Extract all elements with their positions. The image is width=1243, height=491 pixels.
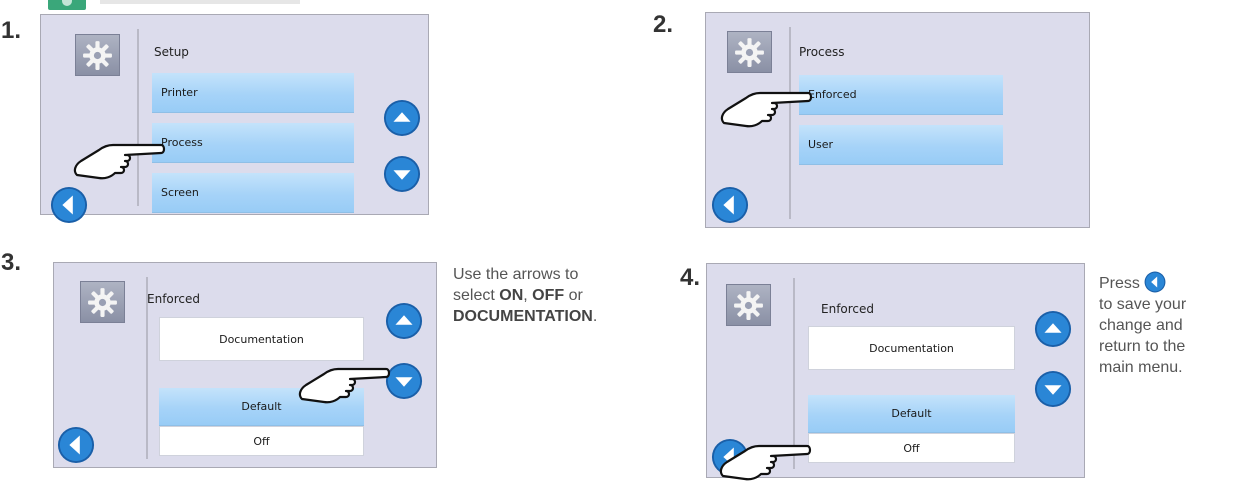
menu-item-enforced[interactable]: Enforced [799, 75, 1003, 115]
arrow-up-icon[interactable] [383, 99, 421, 137]
gear-icon [727, 31, 772, 73]
step-number: 2. [653, 11, 674, 38]
arrow-down-icon[interactable] [385, 362, 423, 400]
current-value-display: Documentation [808, 326, 1015, 370]
option-off[interactable]: Off [808, 433, 1015, 463]
option-off[interactable]: Off [159, 426, 364, 456]
pointing-hand-icon [69, 133, 166, 181]
pointing-hand-icon [294, 357, 391, 405]
device-screen-setup: Setup Printer Process Screen [40, 14, 429, 224]
gear-icon [80, 281, 125, 323]
instruction-step-4: Press to save your change and return to … [1099, 271, 1239, 378]
step-number: 1. [1, 17, 22, 44]
menu-item-screen[interactable]: Screen [152, 173, 354, 213]
instruction-step-3: Use the arrows to select ON, OFF or DOCU… [453, 264, 683, 327]
arrow-down-icon[interactable] [1034, 370, 1072, 408]
screen-title: Setup [154, 45, 189, 59]
instruction-line: change and [1099, 317, 1183, 334]
back-arrow-icon[interactable] [711, 186, 749, 224]
menu-item-user[interactable]: User [799, 125, 1003, 165]
instruction-line: main menu. [1099, 359, 1183, 376]
arrow-down-icon[interactable] [383, 155, 421, 193]
keyword-off: OFF [532, 287, 565, 304]
back-arrow-icon [1144, 271, 1166, 293]
screen-title: Enforced [147, 292, 201, 306]
device-screen-enforced-save: Enforced Documentation Default Off [706, 263, 1085, 481]
back-arrow-icon[interactable] [57, 426, 95, 464]
device-screen-process: Process Enforced User [705, 12, 1090, 228]
device-screen-enforced: Enforced Documentation Default Off [53, 262, 437, 468]
instruction-line: return to the [1099, 338, 1186, 355]
gear-icon [726, 284, 771, 326]
section-icon [48, 0, 86, 10]
menu-item-printer[interactable]: Printer [152, 73, 354, 113]
arrow-up-icon[interactable] [1034, 310, 1072, 348]
step-number: 3. [1, 249, 22, 276]
back-arrow-icon[interactable] [50, 186, 88, 224]
screen-title: Process [799, 45, 845, 59]
instruction-line: Press [1099, 271, 1239, 294]
gear-icon [75, 34, 120, 76]
instruction-line: select ON, OFF or [453, 287, 583, 304]
pointing-hand-icon [716, 81, 813, 129]
current-value-display: Documentation [159, 317, 364, 361]
section-heading-fragment [100, 0, 300, 4]
instruction-line: Use the arrows to [453, 266, 579, 283]
instruction-line: DOCUMENTATION. [453, 308, 598, 325]
menu-item-process[interactable]: Process [152, 123, 354, 163]
option-default[interactable]: Default [808, 395, 1015, 433]
pointing-hand-icon [715, 434, 812, 482]
screen-title: Enforced [821, 302, 875, 316]
instruction-line: to save your [1099, 296, 1187, 313]
step-number: 4. [680, 264, 701, 291]
keyword-documentation: DOCUMENTATION [453, 308, 593, 325]
keyword-on: ON [499, 287, 524, 304]
arrow-up-icon[interactable] [385, 302, 423, 340]
